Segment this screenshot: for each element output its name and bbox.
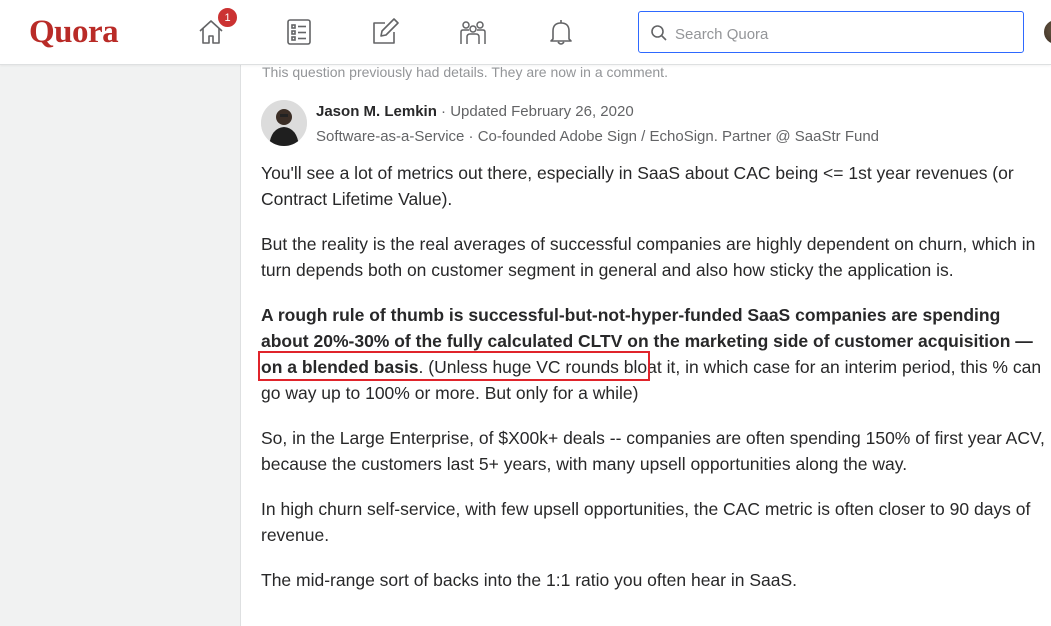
- write-icon[interactable]: [369, 16, 401, 48]
- paragraph-3: A rough rule of thumb is successful-but-…: [261, 302, 1049, 406]
- answer-body: You'll see a lot of metrics out there, e…: [261, 160, 1049, 612]
- author-name[interactable]: Jason M. Lemkin: [316, 103, 437, 120]
- search-icon: [650, 24, 668, 47]
- spaces-icon[interactable]: [457, 16, 489, 48]
- paragraph-4: So, in the Large Enterprise, of $X00k+ d…: [261, 428, 1045, 474]
- search-input[interactable]: [673, 21, 1017, 47]
- answer-list-icon[interactable]: [283, 16, 315, 48]
- paragraph-2: But the reality is the real averages of …: [261, 234, 1036, 280]
- previous-details-note: This question previously had details. Th…: [262, 64, 668, 80]
- search-box[interactable]: [638, 11, 1024, 53]
- separator-dot: ·: [436, 103, 451, 120]
- author-line: Jason M. Lemkin · Updated February 26, 2…: [316, 103, 634, 120]
- top-navigation-bar: Quora 1: [0, 0, 1051, 65]
- paragraph-6: The mid-range sort of backs into the 1:1…: [261, 570, 797, 590]
- paragraph-1: You'll see a lot of metrics out there, e…: [261, 163, 1014, 209]
- answer-content: This question previously had details. Th…: [241, 64, 1051, 626]
- author-credential: Software-as-a-Service · Co-founded Adobe…: [316, 128, 880, 145]
- updated-date[interactable]: Updated February 26, 2020: [450, 103, 633, 120]
- notification-count-badge: 1: [217, 7, 238, 28]
- notifications-icon[interactable]: [545, 16, 577, 48]
- left-gutter: [0, 64, 241, 626]
- author-avatar[interactable]: [261, 100, 307, 146]
- paragraph-5: In high churn self-service, with few ups…: [261, 499, 1031, 545]
- user-avatar[interactable]: [1044, 20, 1051, 44]
- quora-logo[interactable]: Quora: [29, 14, 119, 51]
